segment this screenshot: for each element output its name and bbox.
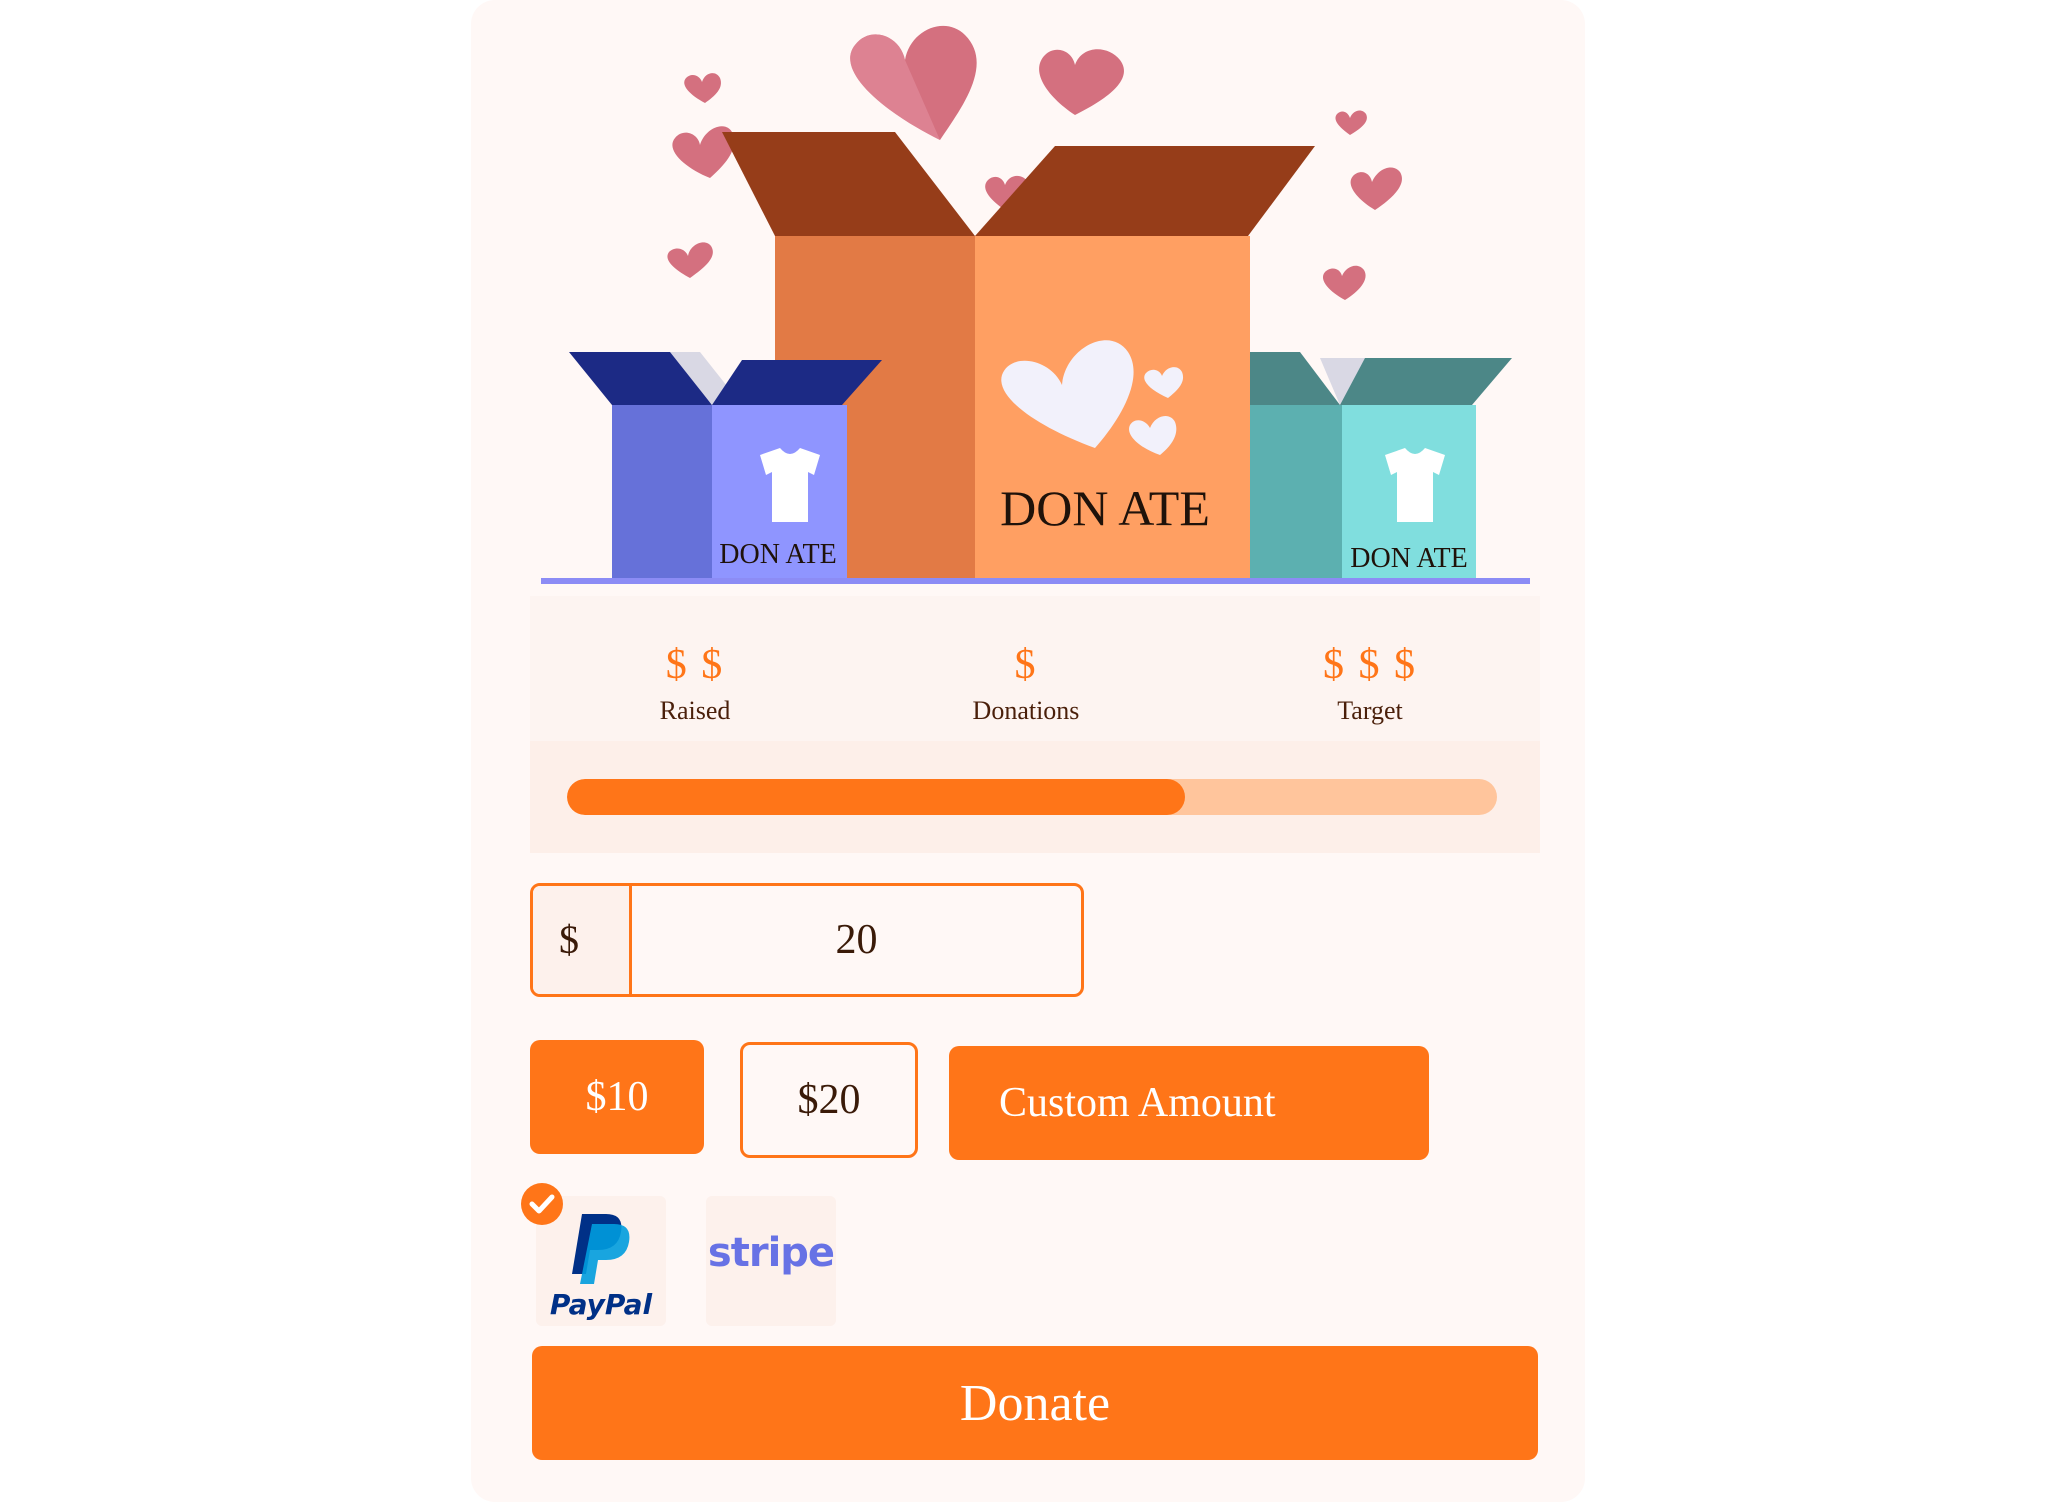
- box-label-main: DON ATE: [1000, 480, 1210, 536]
- progress-bar: [567, 779, 1497, 815]
- stat-target-value: $ $ $: [1323, 642, 1417, 688]
- stat-target-label: Target: [1337, 696, 1403, 725]
- donation-boxes-illustration: DON ATE DON ATE DON ATE: [541, 25, 1530, 584]
- progress-fill: [567, 779, 1186, 815]
- preset-10-button[interactable]: $10: [530, 1040, 704, 1154]
- stat-donations-value: $: [1014, 642, 1038, 688]
- box-label-left: DON ATE: [719, 539, 836, 570]
- heart-icon: [1039, 49, 1124, 115]
- heart-icon: [850, 25, 977, 140]
- heart-icon: [1322, 265, 1366, 300]
- stat-target: $ $ $ Target: [1250, 640, 1490, 728]
- heart-icon: [1350, 167, 1402, 210]
- stat-donations-label: Donations: [972, 696, 1080, 725]
- heart-icon: [684, 73, 721, 103]
- donate-button[interactable]: Donate: [532, 1346, 1538, 1460]
- stat-raised-value: $ $: [665, 642, 725, 688]
- preset-20-button[interactable]: $20: [740, 1042, 918, 1158]
- currency-prefix: $: [533, 886, 632, 994]
- heart-icon: [1335, 110, 1367, 135]
- amount-input[interactable]: [632, 886, 1081, 994]
- stripe-option[interactable]: stripe: [706, 1196, 836, 1326]
- heart-icon: [667, 242, 713, 278]
- custom-amount-button[interactable]: Custom Amount: [949, 1046, 1429, 1160]
- stat-raised-label: Raised: [659, 696, 731, 725]
- stat-raised: $ $ Raised: [575, 640, 815, 728]
- amount-field: $: [530, 883, 1084, 997]
- stat-donations: $ Donations: [906, 640, 1146, 728]
- box-label-right: DON ATE: [1350, 543, 1467, 574]
- paypal-label: PayPal: [550, 1288, 653, 1321]
- stripe-label: stripe: [707, 1230, 835, 1276]
- selected-check-icon: [520, 1182, 564, 1226]
